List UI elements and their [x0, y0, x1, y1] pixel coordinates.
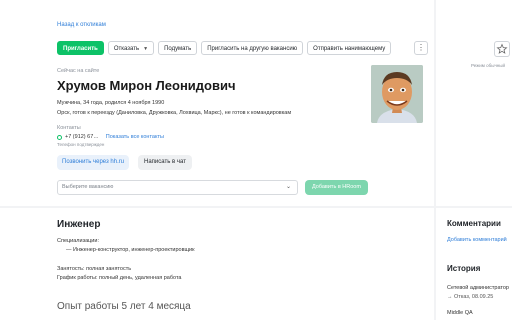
- reject-button[interactable]: Отказать ▼: [107, 41, 155, 55]
- add-comment-link[interactable]: Добавить комментарий: [447, 237, 507, 243]
- phone-row: +7 (912) 67… Показать все контакты: [57, 134, 164, 140]
- comments-title: Комментарии: [447, 219, 501, 228]
- contacts-label: Контакты: [57, 125, 81, 131]
- right-sidebar: [436, 0, 512, 206]
- add-to-hroom-button[interactable]: Добавить в HRoom: [305, 180, 368, 195]
- show-all-contacts-link[interactable]: Показать все контакты: [106, 134, 164, 140]
- employment-type: Занятость: полная занятость: [57, 266, 132, 272]
- send-to-manager-button[interactable]: Отправить нанимающему: [307, 41, 392, 55]
- specialization-item: — Инженер-конструктор, инженер-проектиро…: [66, 247, 195, 253]
- page: Назад к откликам Пригласить Отказать ▼ По…: [0, 0, 512, 320]
- more-vertical-icon[interactable]: ⋮: [414, 41, 428, 55]
- chevron-down-icon: ⌄: [285, 184, 291, 190]
- phone-number: +7 (912) 67…: [65, 134, 99, 140]
- vacancy-select-placeholder: Выберите вакансию: [62, 184, 114, 190]
- vacancy-select[interactable]: Выберите вакансию ⌄: [57, 180, 298, 195]
- action-toolbar: Пригласить Отказать ▼ Подумать Пригласить…: [57, 41, 392, 55]
- online-status: Сейчас на сайте: [57, 68, 100, 74]
- history-title: История: [447, 264, 481, 273]
- circle-check-icon: [57, 134, 62, 140]
- experience-title: Опыт работы 5 лет 4 месяца: [57, 301, 191, 312]
- view-mode-label[interactable]: Режим обычный: [471, 63, 505, 68]
- specializations-label: Специализации:: [57, 238, 99, 244]
- reject-button-label: Отказать: [113, 46, 140, 52]
- back-to-responses-link[interactable]: Назад к откликам: [57, 22, 106, 28]
- invite-other-vacancy-button[interactable]: Пригласить на другую вакансию: [201, 41, 304, 55]
- candidate-name: Хрумов Мирон Леонидович: [57, 78, 236, 93]
- history-item-status: → Отказ, 08.09.25: [447, 294, 494, 300]
- star-icon[interactable]: [494, 41, 510, 57]
- resume-title: Инженер: [57, 219, 101, 230]
- candidate-photo: [371, 65, 423, 123]
- call-via-hh-button[interactable]: Позвонить через hh.ru: [57, 155, 130, 170]
- history-item-vacancy[interactable]: Middle QA: [447, 310, 473, 316]
- candidate-info-gender-age: Мужчина, 34 года, родился 4 ноября 1990: [57, 100, 165, 106]
- candidate-card: Назад к откликам Пригласить Отказать ▼ По…: [0, 0, 434, 206]
- avatar: [371, 65, 423, 123]
- work-schedule: График работы: полный день, удаленная ра…: [57, 275, 182, 281]
- write-to-chat-button[interactable]: Написать в чат: [138, 155, 192, 170]
- invite-button[interactable]: Пригласить: [57, 41, 104, 55]
- think-button[interactable]: Подумать: [158, 41, 198, 55]
- history-item-vacancy[interactable]: Сетевой администратор: [447, 285, 509, 291]
- history-panel: История Сетевой администратор → Отказ, 0…: [436, 255, 512, 320]
- candidate-info-location: Орск, готов к переезду (Даниловка, Дружк…: [57, 110, 292, 116]
- phone-confirmed-note: Телефон подтвержден: [57, 142, 105, 147]
- chevron-down-icon: ▼: [143, 46, 149, 52]
